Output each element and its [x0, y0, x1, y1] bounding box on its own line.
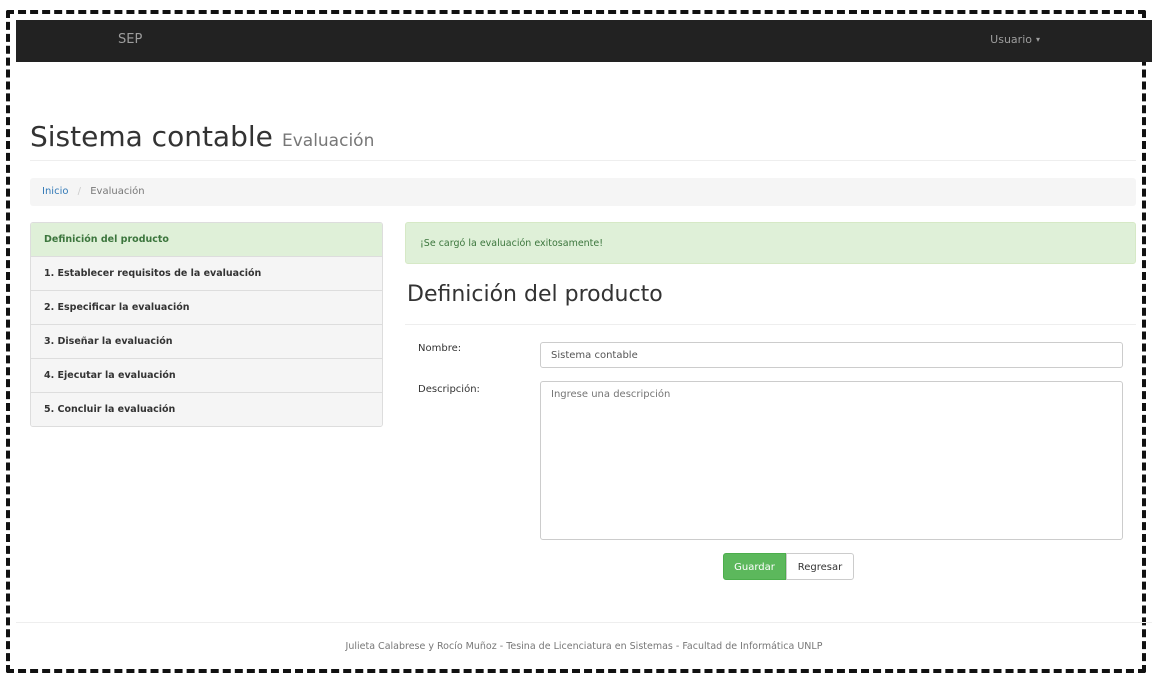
breadcrumb-separator: /	[77, 186, 82, 197]
page-title: Sistema contable	[30, 120, 273, 153]
name-input[interactable]	[540, 342, 1123, 368]
save-button[interactable]: Guardar	[723, 553, 786, 580]
description-textarea[interactable]	[540, 381, 1123, 540]
brand-link[interactable]: SEP	[118, 32, 142, 47]
sidebar-item-concluir[interactable]: 5. Concluir la evaluación	[31, 392, 382, 426]
top-navbar: SEP Usuario ▾	[16, 20, 1152, 62]
breadcrumb-home-link[interactable]: Inicio	[42, 186, 68, 197]
footer-divider	[16, 622, 1152, 623]
breadcrumb: Inicio / Evaluación	[30, 178, 1136, 206]
section-divider	[405, 324, 1136, 325]
user-menu-label: Usuario	[990, 33, 1032, 46]
user-menu-dropdown[interactable]: Usuario ▾	[990, 33, 1040, 46]
back-button[interactable]: Regresar	[786, 553, 854, 580]
page-header: Sistema contable Evaluación	[30, 120, 1136, 161]
breadcrumb-current: Evaluación	[90, 186, 145, 197]
sidebar-item-especificar[interactable]: 2. Especificar la evaluación	[31, 290, 382, 324]
sidebar-item-ejecutar[interactable]: 4. Ejecutar la evaluación	[31, 358, 382, 392]
caret-down-icon: ▾	[1035, 35, 1040, 44]
description-label: Descripción:	[418, 384, 480, 395]
footer-credits: Julieta Calabrese y Rocío Muñoz - Tesina…	[345, 641, 823, 652]
evaluation-steps-sidebar: Definición del producto 1. Establecer re…	[30, 222, 383, 427]
section-title: Definición del producto	[407, 282, 663, 307]
sidebar-item-disenar[interactable]: 3. Diseñar la evaluación	[31, 324, 382, 358]
sidebar-item-establecer-requisitos[interactable]: 1. Establecer requisitos de la evaluació…	[31, 256, 382, 290]
sidebar-item-definicion[interactable]: Definición del producto	[31, 223, 382, 256]
name-label: Nombre:	[418, 343, 462, 354]
page-subtitle: Evaluación	[281, 131, 375, 151]
success-alert: ¡Se cargó la evaluación exitosamente!	[405, 222, 1136, 264]
